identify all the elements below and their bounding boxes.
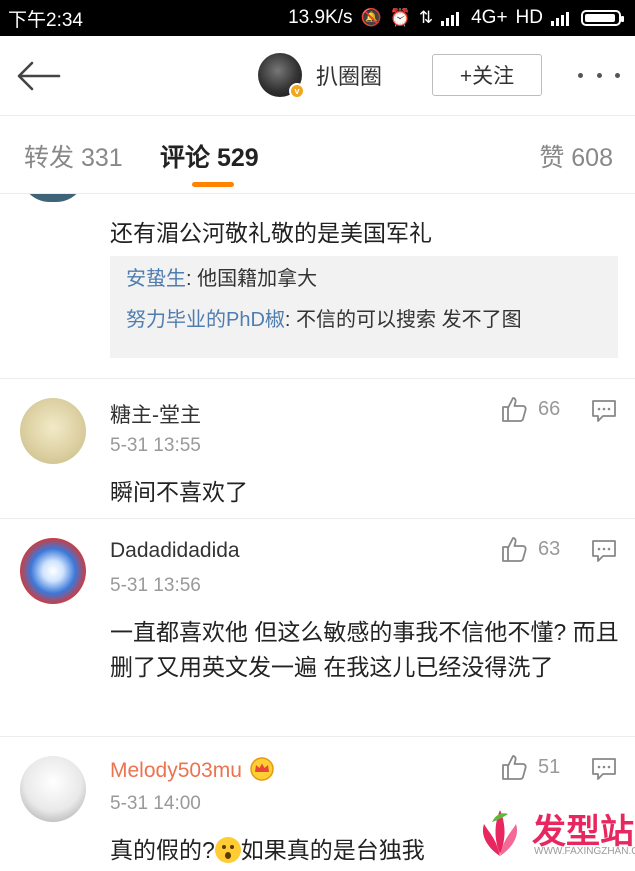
reply-button[interactable] [591,757,617,786]
like-count: 63 [538,537,561,560]
reply-button[interactable] [591,399,617,428]
reply-item: 安蛰生: 他国籍加拿大 [126,268,618,290]
comment-time: 5-31 13:55 [110,435,201,456]
comment-time: 5-31 13:56 [110,575,201,596]
comment-text: 瞬间不喜欢了 [110,479,248,505]
tab-repost[interactable]: 转发 331 [24,138,123,174]
like-button[interactable]: 63 [500,535,560,563]
like-button[interactable]: 51 [500,753,560,781]
avatar[interactable] [20,756,86,822]
follow-button[interactable]: +关注 [432,54,542,96]
reply-box[interactable]: 安蛰生: 他国籍加拿大 努力毕业的PhD椒: 不信的可以搜索 发不了图 [110,256,618,358]
comment-author[interactable]: Melody503mu [110,757,276,783]
comment-time: 5-31 14:00 [110,793,201,814]
reply-author-link[interactable]: 安蛰生 [126,268,186,290]
avatar[interactable] [20,194,86,202]
more-options-button[interactable] [574,62,624,88]
comment-author[interactable]: 糖主-堂主 [110,399,201,429]
comment-text: 一直都喜欢他 但这么敏感的事我不信他不懂? 而且删了又用英文发一遍 在我这儿已经… [110,619,619,680]
comment-text-part: 真的假的? [110,837,215,863]
alarm-icon: ⏰ [389,8,411,27]
like-count: 51 [538,755,561,778]
comment-text: 还有湄公河敬礼敬的是美国军礼 [110,220,432,246]
more-dots-icon [578,72,583,78]
active-tab-indicator [192,182,234,187]
vip-crown-icon [250,757,274,781]
flower-logo-icon [482,810,518,856]
back-button[interactable] [14,52,62,100]
list-item: Dadadidadida 5-31 13:56 63 一直都喜欢他 但这么敏感的… [0,519,635,737]
watermark: 发型站 WWW.FAXINGZHAN.COM [470,800,635,870]
profile-header[interactable]: v 扒圈圈 [258,53,382,99]
mute-icon: 🔕 [360,8,382,27]
battery-icon [581,10,624,26]
comment-icon [592,758,616,780]
network-speed: 13.9K/s [288,7,353,28]
thumbs-up-icon [502,755,527,780]
reply-author-link[interactable]: 努力毕业的PhD椒 [126,309,285,331]
feed-tabs: 转发 331 评论 529 赞 608 [0,116,635,194]
tab-like[interactable]: 赞 608 [539,138,613,174]
surprised-emoji-icon [214,837,241,863]
reply-button[interactable] [591,539,617,568]
list-item: 还有湄公河敬礼敬的是美国军礼 安蛰生: 他国籍加拿大 努力毕业的PhD椒: 不信… [0,194,635,379]
tab-comment[interactable]: 评论 529 [160,138,259,174]
comment-text-part: 如果真的是台独我 [240,837,425,863]
comment-author-name[interactable]: Melody503mu [110,759,242,782]
list-item: 糖主-堂主 5-31 13:55 66 瞬间不喜欢了 [0,379,635,519]
hd-label: HD [515,7,543,28]
profile-name[interactable]: 扒圈圈 [316,59,382,91]
top-nav-bar: v 扒圈圈 +关注 [0,36,635,116]
like-count: 66 [538,397,561,420]
comment-list[interactable]: 还有湄公河敬礼敬的是美国军礼 安蛰生: 他国籍加拿大 努力毕业的PhD椒: 不信… [0,194,635,871]
verified-badge-icon: v [289,83,305,99]
comment-icon [592,540,616,562]
status-indicators: 13.9K/s 🔕 ⏰ ⇅ 4G+ HD [288,7,624,29]
status-time: 下午2:34 [8,9,83,31]
status-bar: 下午2:34 13.9K/s 🔕 ⏰ ⇅ 4G+ HD [0,0,635,36]
thumbs-up-icon [502,537,527,562]
comment-icon [592,400,616,422]
avatar[interactable]: v [258,53,305,99]
avatar[interactable] [20,398,86,464]
watermark-url: WWW.FAXINGZHAN.COM [534,846,635,857]
arrow-left-icon [17,61,61,91]
data-transfer-icon: ⇅ [418,8,434,27]
avatar[interactable] [20,538,86,604]
network-type: 4G+ [471,7,508,28]
thumbs-up-icon [502,397,527,422]
like-button[interactable]: 66 [500,395,560,423]
signal-icon-2 [551,12,569,26]
comment-author[interactable]: Dadadidadida [110,539,240,563]
signal-icon [441,12,460,26]
reply-text: : 不信的可以搜索 发不了图 [284,309,522,331]
reply-text: : 他国籍加拿大 [186,268,318,290]
reply-item: 努力毕业的PhD椒: 不信的可以搜索 发不了图 [126,309,618,331]
